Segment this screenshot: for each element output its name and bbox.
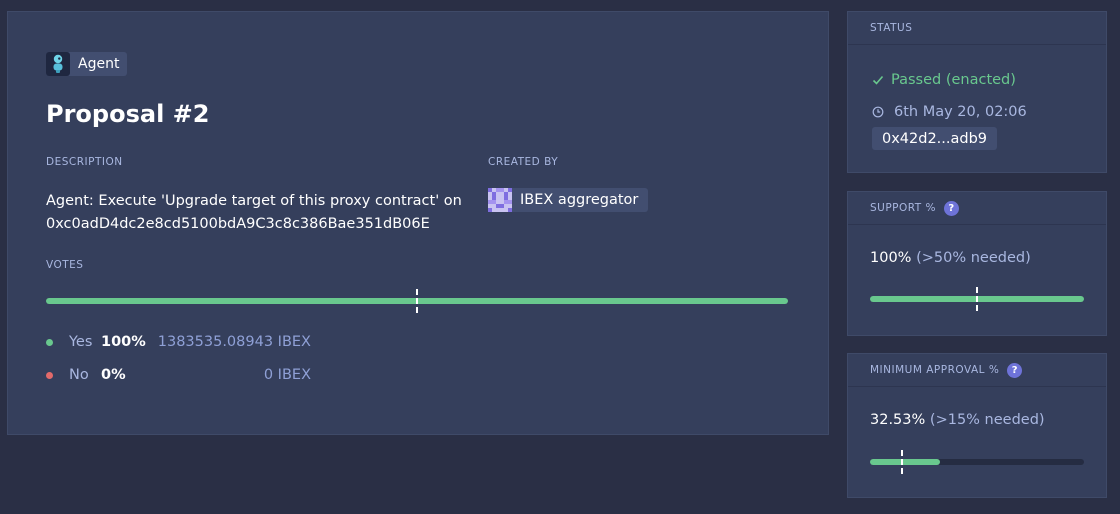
vote-row-yes: Yes 100% 1383535.08943 IBEX [46, 332, 311, 352]
transaction-hash[interactable]: 0x42d2...adb9 [872, 127, 998, 150]
status-state-text: Passed (enacted) [891, 72, 1016, 88]
minimum-approval-threshold-marker [901, 450, 904, 474]
support-header-label: SUPPORT % [870, 202, 937, 214]
vote-option-name: No [69, 367, 89, 383]
vote-amount: 0 IBEX [263, 367, 311, 383]
vote-row-no: No 0% 0 IBEX [46, 365, 311, 385]
created-by-label: CREATED BY [488, 156, 559, 168]
vote-percent: 0% [101, 367, 126, 383]
app-badge[interactable]: Agent [46, 52, 128, 76]
support-threshold-marker [976, 287, 978, 311]
status-date: 6th May 20, 02:06 [872, 104, 1027, 120]
app-badge-label: Agent [78, 56, 120, 72]
status-state: Passed (enacted) [872, 72, 1016, 88]
support-bar [870, 287, 1084, 311]
help-icon[interactable]: ? [1007, 362, 1023, 378]
vote-amount: 1383535.08943 IBEX [157, 334, 311, 350]
description-label: DESCRIPTION [46, 156, 123, 168]
identicon-icon [488, 188, 512, 212]
status-header: STATUS [848, 12, 1106, 45]
status-date-text: 6th May 20, 02:06 [894, 104, 1027, 120]
agent-robot-icon [46, 52, 70, 76]
creator-name: IBEX aggregator [520, 192, 639, 208]
minimum-approval-header-label: MINIMUM APPROVAL % [870, 364, 1000, 376]
minimum-approval-bar [870, 450, 1084, 474]
creator-badge[interactable]: IBEX aggregator [488, 188, 649, 212]
votes-bar [46, 289, 788, 313]
votes-label: VOTES [46, 259, 84, 271]
proposal-card: Agent Proposal #2 DESCRIPTION Agent: Exe… [7, 11, 829, 435]
proposal-description: Agent: Execute 'Upgrade target of this p… [46, 190, 462, 236]
support-header: SUPPORT % ? [848, 192, 1106, 225]
minimum-approval-card: MINIMUM APPROVAL % ? 32.53% (>15% needed… [847, 353, 1107, 498]
check-icon [872, 75, 884, 85]
minimum-approval-summary: 32.53% (>15% needed) [870, 412, 1045, 428]
target-address[interactable]: 0xc0adD4dc2e8cd5100bdA9C3c8c386Bae351dB0… [46, 213, 462, 236]
minimum-approval-value: 32.53% [870, 412, 926, 428]
support-needed: (>50% needed) [916, 250, 1031, 266]
minimum-approval-header: MINIMUM APPROVAL % ? [848, 354, 1106, 387]
no-dot-icon [46, 371, 53, 379]
support-value: 100% [870, 250, 912, 266]
yes-dot-icon [46, 338, 53, 346]
support-summary: 100% (>50% needed) [870, 250, 1031, 266]
votes-threshold-marker [416, 289, 418, 313]
help-icon[interactable]: ? [944, 200, 960, 216]
clock-icon [872, 106, 884, 118]
description-text: Agent: Execute 'Upgrade target of this p… [46, 193, 462, 209]
status-card: STATUS Passed (enacted) 6th May 20, 02:0… [847, 11, 1107, 173]
vote-percent: 100% [101, 334, 146, 350]
vote-option-name: Yes [69, 334, 93, 350]
minimum-approval-needed: (>15% needed) [929, 412, 1045, 428]
minimum-approval-bar-fill [870, 459, 940, 465]
proposal-title: Proposal #2 [46, 100, 210, 128]
support-card: SUPPORT % ? 100% (>50% needed) [847, 191, 1107, 336]
